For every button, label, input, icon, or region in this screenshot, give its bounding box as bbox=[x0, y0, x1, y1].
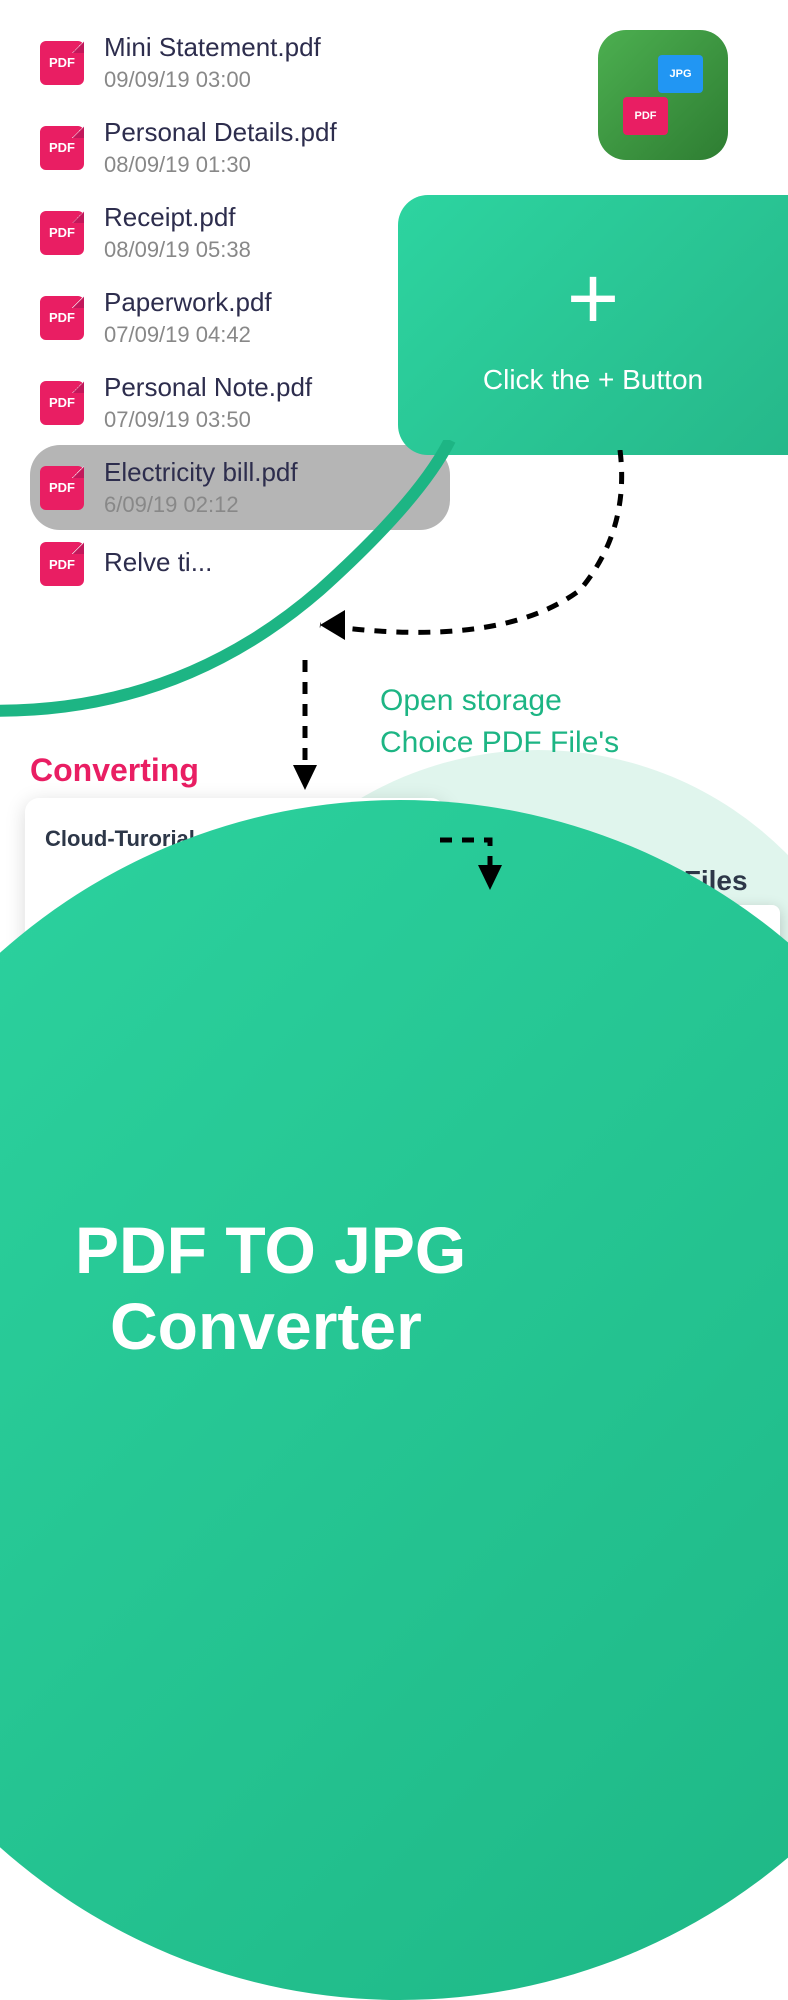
plus-icon: + bbox=[567, 254, 620, 344]
jpg-badge-icon: JPG bbox=[658, 55, 703, 93]
pdf-icon: PDF bbox=[40, 41, 84, 85]
file-item[interactable]: PDF Receipt.pdf 08/09/19 05:38 bbox=[30, 190, 450, 275]
file-name: Mini Statement.pdf bbox=[104, 32, 440, 63]
pdf-badge-icon: PDF bbox=[623, 97, 668, 135]
file-date: 07/09/19 03:50 bbox=[104, 407, 440, 433]
pdf-icon: PDF bbox=[40, 381, 84, 425]
pdf-icon: PDF bbox=[40, 211, 84, 255]
app-title: PDF TO JPG Converter bbox=[75, 1213, 466, 1365]
file-item[interactable]: PDF Personal Details.pdf 08/09/19 01:30 bbox=[30, 105, 450, 190]
file-item[interactable]: PDF Paperwork.pdf 07/09/19 04:42 bbox=[30, 275, 450, 360]
file-name: Receipt.pdf bbox=[104, 202, 440, 233]
add-button-panel[interactable]: + Click the + Button bbox=[398, 195, 788, 455]
file-date: 09/09/19 03:00 bbox=[104, 67, 440, 93]
file-date: 08/09/19 01:30 bbox=[104, 152, 440, 178]
pdf-icon: PDF bbox=[40, 296, 84, 340]
app-logo-icon: JPG PDF bbox=[598, 30, 728, 160]
file-date: 08/09/19 05:38 bbox=[104, 237, 440, 263]
file-name: Personal Details.pdf bbox=[104, 117, 440, 148]
file-name: Personal Note.pdf bbox=[104, 372, 440, 403]
file-item[interactable]: PDF Personal Note.pdf 07/09/19 03:50 bbox=[30, 360, 450, 445]
file-name: Paperwork.pdf bbox=[104, 287, 440, 318]
add-panel-label: Click the + Button bbox=[483, 364, 703, 396]
file-date: 07/09/19 04:42 bbox=[104, 322, 440, 348]
pdf-icon: PDF bbox=[40, 126, 84, 170]
file-item[interactable]: PDF Mini Statement.pdf 09/09/19 03:00 bbox=[30, 20, 450, 105]
